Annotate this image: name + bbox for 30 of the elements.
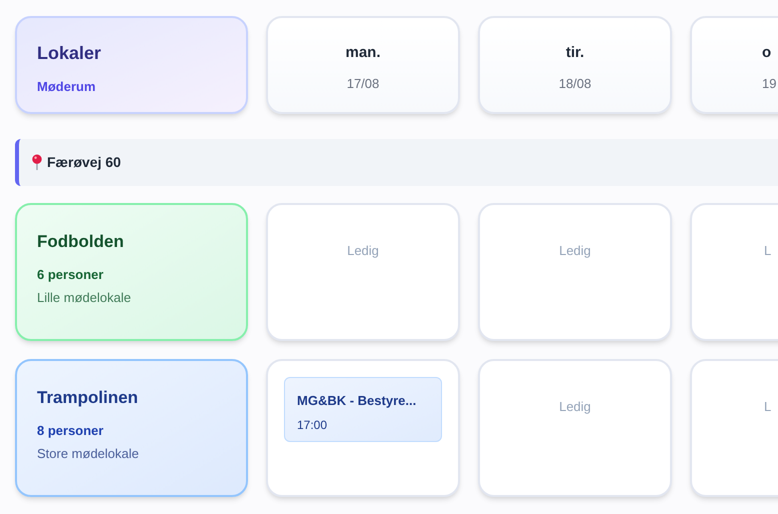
day-date: 18/08 [558, 74, 592, 92]
location-name: Færøvej 60 [47, 153, 121, 172]
booking-title: MG&BK - Bestyre... [297, 392, 418, 410]
availability-label: Ledig [559, 243, 591, 258]
room-description: Lille mødelokale [37, 289, 132, 307]
slot-cell[interactable]: Ledig [266, 203, 460, 341]
slot-cell[interactable]: L [690, 359, 778, 497]
room-name: Fodbolden [37, 231, 125, 253]
day-date: 17/08 [346, 74, 380, 92]
day-label: o [762, 43, 772, 63]
day-date: 19 [762, 74, 778, 92]
slot-cell[interactable]: Ledig [478, 359, 672, 497]
subtitle: Møderum [37, 78, 96, 96]
room-description: Store mødelokale [37, 445, 140, 463]
room-name: Trampolinen [37, 387, 140, 409]
slot-cell[interactable]: Ledig [478, 203, 672, 341]
booking-card[interactable]: MG&BK - Bestyre... 17:00 [284, 377, 442, 442]
pin-icon [31, 154, 43, 171]
slot-cell[interactable]: L [690, 203, 778, 341]
day-label: tir. [564, 43, 586, 63]
day-label: man. [344, 43, 382, 63]
availability-label: L [764, 399, 772, 414]
title: Lokaler [37, 42, 102, 65]
room-capacity: 8 personer [37, 422, 104, 440]
availability-label: Ledig [559, 399, 591, 414]
availability-label: L [764, 243, 772, 258]
booking-time: 17:00 [297, 416, 328, 434]
availability-label: Ledig [347, 243, 379, 258]
room-capacity: 6 personer [37, 266, 104, 284]
slot-cell[interactable]: MG&BK - Bestyre... 17:00 [266, 359, 460, 497]
